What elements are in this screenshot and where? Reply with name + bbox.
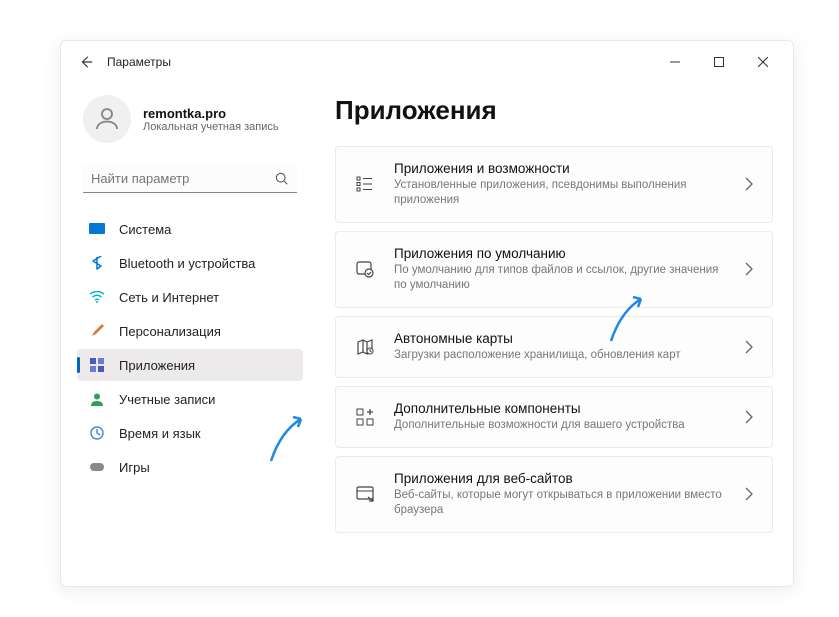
- card-subtitle: По умолчанию для типов файлов и ссылок, …: [394, 263, 726, 293]
- nav-label: Система: [119, 222, 171, 237]
- card-web-apps[interactable]: Приложения для веб-сайтов Веб-сайты, кот…: [335, 456, 773, 533]
- bluetooth-icon: [89, 255, 105, 271]
- wifi-icon: [89, 289, 105, 305]
- card-components[interactable]: Дополнительные компоненты Дополнительные…: [335, 386, 773, 448]
- card-subtitle: Установленные приложения, псевдонимы вып…: [394, 178, 726, 208]
- card-title: Автономные карты: [394, 331, 726, 346]
- minimize-icon: [670, 57, 680, 67]
- chevron-right-icon: [744, 262, 754, 276]
- nav-label: Приложения: [119, 358, 195, 373]
- system-icon: [89, 221, 105, 237]
- card-subtitle: Дополнительные возможности для вашего ус…: [394, 418, 726, 433]
- search-icon: [275, 172, 289, 186]
- clock-icon: [89, 425, 105, 441]
- nav-label: Игры: [119, 460, 150, 475]
- window-title: Параметры: [107, 55, 171, 69]
- close-button[interactable]: [741, 46, 785, 78]
- gamepad-icon: [89, 459, 105, 475]
- nav-label: Сеть и Интернет: [119, 290, 219, 305]
- components-icon: [354, 406, 376, 428]
- card-title: Приложения для веб-сайтов: [394, 471, 726, 486]
- chevron-right-icon: [744, 410, 754, 424]
- card-default-apps[interactable]: Приложения по умолчанию По умолчанию для…: [335, 231, 773, 308]
- nav-item-accounts[interactable]: Учетные записи: [77, 383, 303, 415]
- avatar: [83, 95, 131, 143]
- nav-label: Bluetooth и устройства: [119, 256, 255, 271]
- account-name: remontka.pro: [143, 106, 279, 121]
- minimize-button[interactable]: [653, 46, 697, 78]
- search-box[interactable]: [83, 165, 297, 193]
- list-icon: [354, 173, 376, 195]
- page-title: Приложения: [335, 95, 773, 126]
- person-icon: [89, 391, 105, 407]
- chevron-right-icon: [744, 340, 754, 354]
- nav-label: Время и язык: [119, 426, 201, 441]
- web-apps-icon: [354, 483, 376, 505]
- nav-item-apps[interactable]: Приложения: [77, 349, 303, 381]
- nav-item-time[interactable]: Время и язык: [77, 417, 303, 449]
- card-maps[interactable]: Автономные карты Загрузки расположение х…: [335, 316, 773, 378]
- nav-item-system[interactable]: Система: [77, 213, 303, 245]
- chevron-right-icon: [744, 487, 754, 501]
- card-apps-features[interactable]: Приложения и возможности Установленные п…: [335, 146, 773, 223]
- nav-item-network[interactable]: Сеть и Интернет: [77, 281, 303, 313]
- nav-item-personalization[interactable]: Персонализация: [77, 315, 303, 347]
- nav-item-bluetooth[interactable]: Bluetooth и устройства: [77, 247, 303, 279]
- account-block[interactable]: remontka.pro Локальная учетная запись: [77, 83, 303, 161]
- main-content: Приложения Приложения и возможности Уста…: [311, 83, 793, 586]
- maximize-button[interactable]: [697, 46, 741, 78]
- titlebar: Параметры: [61, 41, 793, 83]
- nav-label: Учетные записи: [119, 392, 215, 407]
- search-input[interactable]: [91, 171, 275, 186]
- nav-item-games[interactable]: Игры: [77, 451, 303, 483]
- chevron-right-icon: [744, 177, 754, 191]
- card-subtitle: Веб-сайты, которые могут открываться в п…: [394, 488, 726, 518]
- card-title: Приложения и возможности: [394, 161, 726, 176]
- user-icon: [92, 104, 122, 134]
- account-subtitle: Локальная учетная запись: [143, 121, 279, 133]
- nav-label: Персонализация: [119, 324, 221, 339]
- card-subtitle: Загрузки расположение хранилища, обновле…: [394, 348, 726, 363]
- arrow-left-icon: [79, 55, 93, 69]
- card-title: Приложения по умолчанию: [394, 246, 726, 261]
- brush-icon: [89, 323, 105, 339]
- sidebar: remontka.pro Локальная учетная запись Си…: [61, 83, 311, 586]
- nav-list: Система Bluetooth и устройства Сеть и Ин…: [77, 213, 303, 483]
- default-apps-icon: [354, 258, 376, 280]
- back-button[interactable]: [69, 45, 103, 79]
- close-icon: [758, 57, 768, 67]
- maximize-icon: [714, 57, 724, 67]
- card-title: Дополнительные компоненты: [394, 401, 726, 416]
- map-icon: [354, 336, 376, 358]
- apps-icon: [89, 357, 105, 373]
